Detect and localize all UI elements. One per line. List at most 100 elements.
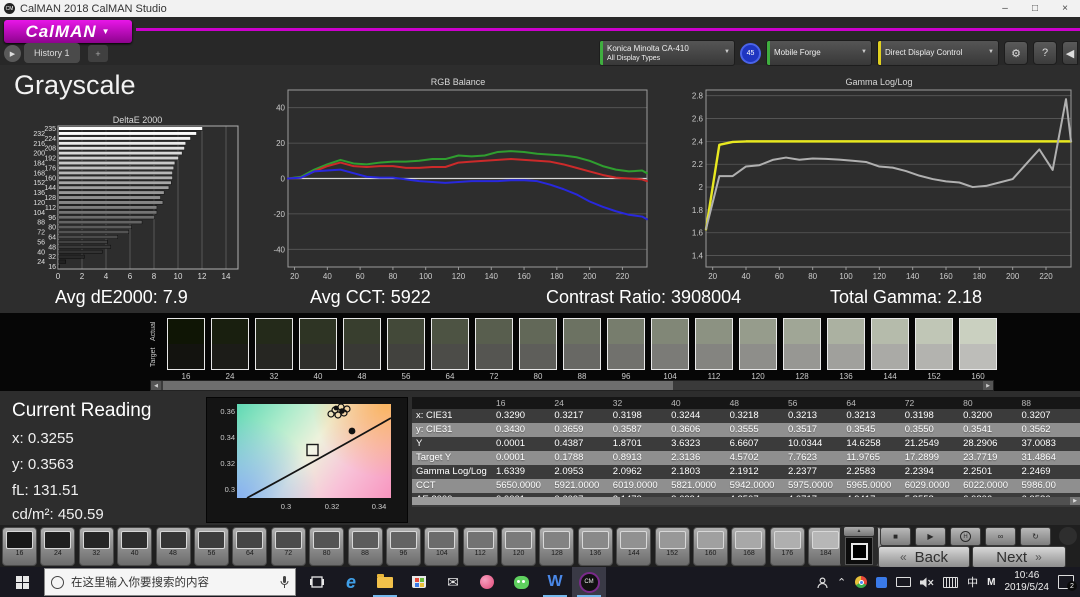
pattern-level-button[interactable]: 176 [770, 527, 805, 566]
table-header-row: 16243240485664728088 [412, 397, 1080, 409]
maximize-button[interactable]: □ [1020, 3, 1050, 14]
continuous-measure-button[interactable]: ∞ [985, 527, 1016, 546]
browser-tray-icon[interactable] [855, 576, 867, 588]
scrollbar-thumb[interactable] [412, 497, 620, 505]
svg-text:1.6: 1.6 [692, 229, 704, 238]
file-explorer-button[interactable] [368, 567, 402, 597]
taskbar-clock[interactable]: 10:46 2019/5/24 [1005, 570, 1050, 594]
settings-button[interactable]: ⚙ [1004, 41, 1028, 65]
pattern-level-button[interactable]: 24 [40, 527, 75, 566]
chevron-left-icon: ◀ [1066, 47, 1074, 60]
wps-button[interactable]: W [538, 567, 572, 597]
collapse-button[interactable]: ▲ [844, 527, 874, 536]
ime-mode-indicator[interactable]: M [987, 577, 995, 588]
pattern-level-button[interactable]: 32 [79, 527, 114, 566]
pattern-level-button[interactable]: 128 [539, 527, 574, 566]
window-title: CalMAN 2018 CalMAN Studio [20, 3, 167, 15]
calman-taskbar-button[interactable]: CM [572, 567, 606, 597]
mail-button[interactable]: ✉ [436, 567, 470, 597]
svg-text:40: 40 [37, 249, 45, 256]
refresh-button[interactable]: ↻ [1020, 527, 1051, 546]
tray-expand-chevron[interactable]: ⌃ [837, 576, 846, 589]
photos-button[interactable] [470, 567, 504, 597]
app-header: CalMAN ▼ ▶ History 1 + Konica Minolta CA… [0, 17, 1080, 65]
grayscale-swatch: 88 [563, 318, 601, 381]
calman-logo-text: CalMAN [25, 22, 96, 42]
svg-text:100: 100 [839, 272, 853, 281]
target-row-label: Target [150, 345, 157, 369]
panel-toggle-button[interactable]: ◀ [1062, 41, 1078, 65]
tab-history-1[interactable]: History 1 [24, 43, 80, 63]
minimize-button[interactable]: – [990, 3, 1020, 14]
cie-chromaticity-diagram: 0.36 0.34 0.32 0.3 0.3 0.32 0.34 [206, 397, 408, 523]
pattern-level-button[interactable]: 136 [578, 527, 613, 566]
next-button[interactable]: Next » [972, 546, 1066, 568]
chevron-down-icon: ▼ [102, 27, 111, 36]
add-tab-button[interactable]: + [88, 45, 108, 62]
calman-logo-menu[interactable]: CalMAN ▼ [4, 20, 132, 43]
actual-row-label: Actual [150, 319, 157, 343]
onedrive-tray-icon[interactable] [876, 577, 887, 588]
pattern-level-button[interactable]: 152 [655, 527, 690, 566]
help-button[interactable]: ? [1033, 41, 1057, 65]
touch-keyboard-icon[interactable] [943, 577, 958, 588]
scroll-right-icon[interactable]: ▶ [1070, 497, 1080, 505]
pattern-level-button[interactable]: 72 [271, 527, 306, 566]
svg-text:8: 8 [152, 272, 157, 281]
edge-button[interactable]: e [334, 567, 368, 597]
source-dropdown[interactable]: Mobile Forge ▼ [766, 40, 872, 66]
pattern-level-button[interactable]: 104 [424, 527, 459, 566]
task-view-button[interactable] [300, 567, 334, 597]
stop-button[interactable]: ■ [880, 527, 911, 546]
table-scrollbar[interactable]: ▶ [412, 497, 1080, 505]
store-button[interactable] [402, 567, 436, 597]
close-button[interactable]: × [1050, 3, 1080, 14]
avg-cct-stat: Avg CCT: 5922 [310, 287, 431, 308]
pattern-level-button[interactable]: 120 [501, 527, 536, 566]
ime-indicator[interactable]: 中 [967, 574, 978, 590]
wechat-button[interactable] [504, 567, 538, 597]
pattern-level-button[interactable]: 48 [156, 527, 191, 566]
pattern-level-button[interactable]: 16 [2, 527, 37, 566]
cie-measurement-cluster [328, 404, 350, 418]
people-icon[interactable] [817, 577, 828, 588]
pattern-level-button[interactable]: 80 [309, 527, 344, 566]
taskbar-search[interactable]: 在这里输入你要搜索的内容 [44, 568, 296, 596]
pattern-level-button[interactable]: 184 [808, 527, 843, 566]
wechat-icon [514, 576, 529, 589]
svg-text:192: 192 [44, 156, 56, 163]
grayscale-swatch: 48 [343, 318, 381, 381]
pattern-window-button[interactable] [845, 537, 873, 565]
svg-text:96: 96 [48, 215, 56, 222]
chevron-down-icon: ▼ [988, 49, 994, 55]
pattern-level-button[interactable]: 144 [616, 527, 651, 566]
svg-text:140: 140 [906, 272, 920, 281]
contrast-ratio-stat: Contrast Ratio: 3908004 [546, 287, 741, 308]
svg-text:224: 224 [44, 136, 56, 143]
play-button[interactable]: ▶ [915, 527, 946, 546]
pattern-level-button[interactable]: 168 [731, 527, 766, 566]
scroll-right-icon[interactable]: ▶ [983, 381, 993, 390]
pattern-level-button[interactable]: 160 [693, 527, 728, 566]
pause-button[interactable]: H [950, 527, 981, 546]
scroll-left-icon[interactable]: ◀ [151, 381, 161, 390]
pattern-level-button[interactable]: 56 [194, 527, 229, 566]
display-tray-icon[interactable] [896, 577, 911, 587]
tab-scroll-button[interactable]: ▶ [4, 45, 21, 62]
pattern-level-button[interactable]: 64 [232, 527, 267, 566]
pattern-level-button[interactable]: 40 [117, 527, 152, 566]
volume-muted-icon[interactable] [920, 577, 934, 588]
pattern-level-button[interactable]: 96 [386, 527, 421, 566]
grayscale-swatch: 144 [871, 318, 909, 381]
swatch-scrollbar[interactable]: ◀ ▶ [150, 380, 994, 391]
svg-text:40: 40 [323, 272, 332, 281]
start-button[interactable] [0, 567, 44, 597]
pattern-level-button[interactable]: 88 [348, 527, 383, 566]
meter-dropdown[interactable]: Konica Minolta CA-410 All Display Types … [599, 40, 735, 66]
svg-text:14: 14 [222, 272, 231, 281]
pattern-level-button[interactable]: 112 [463, 527, 498, 566]
action-center-button[interactable]: 2 [1058, 575, 1074, 589]
display-control-dropdown[interactable]: Direct Display Control ▼ [877, 40, 999, 66]
back-button[interactable]: « Back [878, 546, 970, 568]
scrollbar-thumb[interactable] [163, 381, 673, 390]
